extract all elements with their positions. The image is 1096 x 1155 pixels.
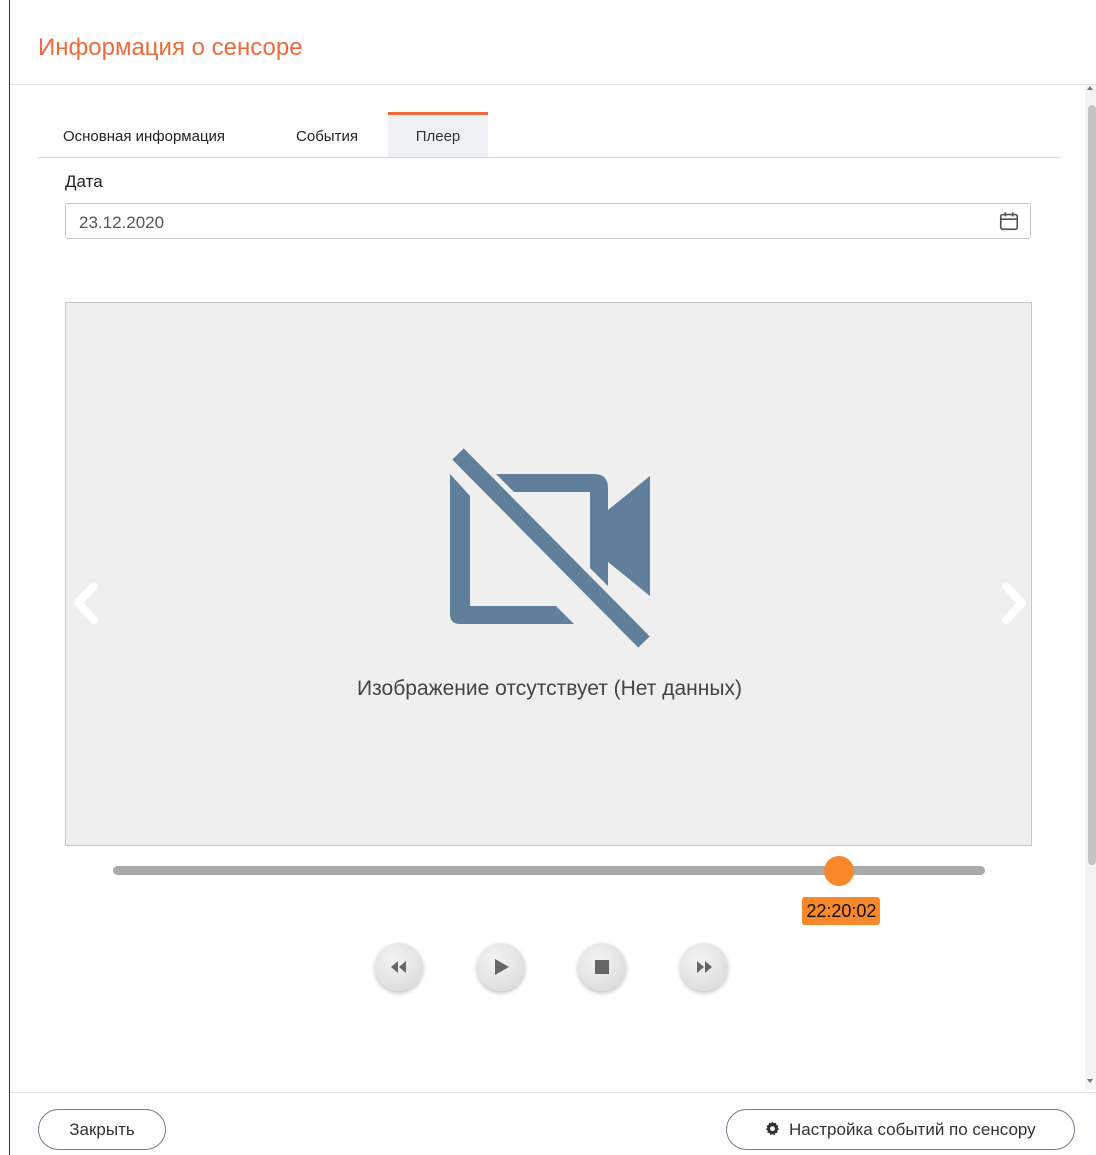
scroll-down-arrow-icon[interactable] xyxy=(1087,1079,1093,1083)
sensor-info-dialog: Информация о сенсоре Основная информация… xyxy=(0,0,1096,1155)
gear-icon xyxy=(766,1121,780,1136)
header-divider xyxy=(10,84,1096,85)
sensor-event-settings-button[interactable]: Настройка событий по сенсору xyxy=(726,1109,1075,1150)
player-controls xyxy=(375,943,735,993)
calendar-icon[interactable] xyxy=(998,210,1020,232)
tab-bar: Основная информация События Плеер xyxy=(38,112,1060,158)
play-button[interactable] xyxy=(477,943,525,991)
timeline-slider-thumb[interactable] xyxy=(824,856,855,886)
date-value: 23.12.2020 xyxy=(79,213,165,232)
scroll-up-arrow-icon[interactable] xyxy=(1087,86,1093,90)
tab-main-info[interactable]: Основная информация xyxy=(46,112,242,157)
dialog-title: Информация о сенсоре xyxy=(38,34,303,61)
no-image-message: Изображение отсутствует (Нет данных) xyxy=(357,677,742,700)
fast-forward-icon xyxy=(697,961,712,973)
date-field[interactable]: 23.12.2020 xyxy=(65,203,1031,239)
timeline-time-badge: 22:20:02 xyxy=(802,897,881,925)
tab-player[interactable]: Плеер xyxy=(388,112,488,157)
stop-icon xyxy=(595,960,609,974)
video-viewer: Изображение отсутствует (Нет данных) xyxy=(65,302,1032,846)
rewind-icon xyxy=(391,961,406,973)
stop-button[interactable] xyxy=(578,943,626,991)
timeline-slider[interactable] xyxy=(113,856,985,886)
previous-chevron-icon[interactable] xyxy=(66,578,106,628)
tab-events[interactable]: События xyxy=(274,112,380,157)
window-edge xyxy=(9,0,10,1155)
play-icon xyxy=(495,959,509,975)
scrollbar-thumb[interactable] xyxy=(1088,105,1096,865)
next-chevron-icon[interactable] xyxy=(994,578,1034,628)
rewind-button[interactable] xyxy=(375,943,423,991)
date-label: Дата xyxy=(65,172,103,191)
fast-forward-button[interactable] xyxy=(680,943,728,991)
video-off-icon xyxy=(450,448,650,648)
close-button[interactable]: Закрыть xyxy=(38,1109,166,1150)
sensor-event-settings-label: Настройка событий по сенсору xyxy=(789,1120,1036,1139)
footer-divider xyxy=(10,1092,1096,1093)
